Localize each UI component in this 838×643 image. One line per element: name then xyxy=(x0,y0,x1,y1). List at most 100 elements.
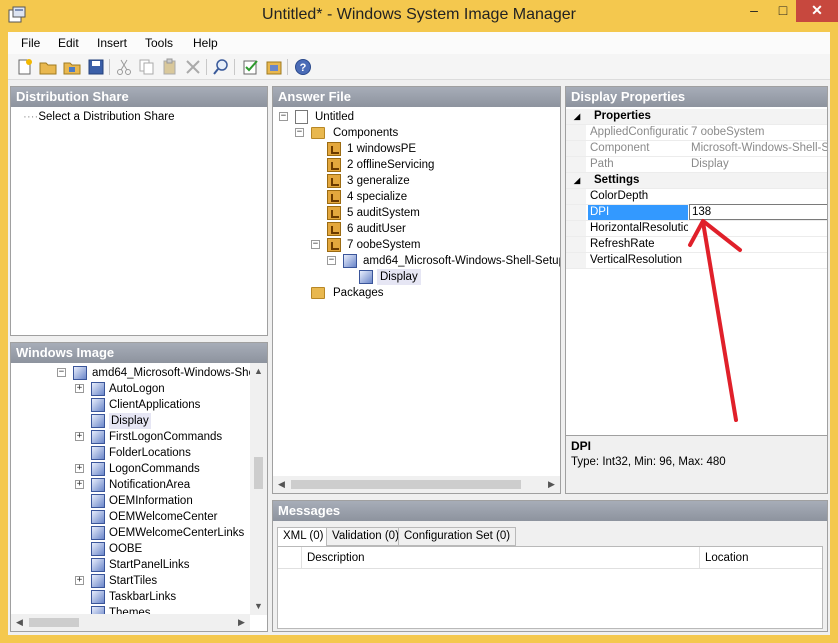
scroll-right-icon[interactable]: ▶ xyxy=(543,476,560,493)
property-name: Component xyxy=(590,142,650,154)
menu-help[interactable]: Help xyxy=(193,36,218,50)
toolbar-separator xyxy=(206,59,207,75)
validate-icon[interactable] xyxy=(242,58,260,76)
collapse-icon[interactable]: − xyxy=(57,368,66,377)
minimize-button[interactable]: – xyxy=(739,0,769,22)
column-header-description[interactable]: Description xyxy=(302,547,700,569)
scroll-left-icon[interactable]: ◀ xyxy=(11,614,28,631)
tab-validation[interactable]: Validation (0) xyxy=(326,527,405,546)
collapse-icon[interactable]: − xyxy=(311,240,320,249)
save-icon[interactable] xyxy=(87,58,105,76)
row-gutter xyxy=(566,253,586,268)
property-row-vertical-resolution[interactable]: VerticalResolution xyxy=(566,253,827,269)
messages-tab-strip: XML (0) Validation (0) Configuration Set… xyxy=(277,527,823,547)
close-button[interactable]: ✕ xyxy=(796,0,838,22)
expand-icon[interactable]: + xyxy=(75,480,84,489)
property-name: RefreshRate xyxy=(590,238,655,250)
select-distribution-share-item[interactable]: ····Select a Distribution Share xyxy=(23,109,174,125)
configuration-pass-label: 6 auditUser xyxy=(347,223,406,235)
toolbar: ? xyxy=(8,54,830,80)
scroll-down-icon[interactable]: ▼ xyxy=(250,598,267,615)
new-answer-file-icon[interactable] xyxy=(16,58,34,76)
collapse-icon[interactable]: − xyxy=(295,128,304,137)
property-name: VerticalResolution xyxy=(590,254,683,266)
answer-file-icon xyxy=(295,110,308,124)
open-distribution-share-icon[interactable] xyxy=(63,58,81,76)
component-icon xyxy=(91,430,105,444)
copy-icon[interactable] xyxy=(138,58,156,76)
collapse-icon[interactable]: ◢ xyxy=(574,173,580,188)
collapse-icon[interactable]: − xyxy=(327,256,336,265)
windows-image-parent-item[interactable]: − amd64_Microsoft-Windows-Shell- xyxy=(57,365,264,381)
property-row-colordepth[interactable]: ColorDepth xyxy=(566,189,827,205)
scroll-up-icon[interactable]: ▲ xyxy=(250,363,267,380)
distribution-share-pane: Distribution Share ····Select a Distribu… xyxy=(10,86,268,336)
component-icon xyxy=(91,382,105,396)
delete-icon[interactable] xyxy=(184,58,202,76)
windows-image-setting-label: StartTiles xyxy=(109,575,158,587)
windows-image-setting-label: StartPanelLinks xyxy=(109,559,190,571)
settings-category-label: Settings xyxy=(594,174,640,186)
collapse-icon[interactable]: − xyxy=(279,112,288,121)
menu-tools[interactable]: Tools xyxy=(145,36,173,50)
expand-icon[interactable]: + xyxy=(75,464,84,473)
maximize-button[interactable]: □ xyxy=(768,0,798,22)
property-row-refresh-rate[interactable]: RefreshRate xyxy=(566,237,827,253)
client-area: Distribution Share ····Select a Distribu… xyxy=(8,80,830,635)
dpi-value-input[interactable]: 138 xyxy=(689,204,827,220)
row-gutter xyxy=(566,141,586,156)
component-icon xyxy=(91,414,105,428)
display-properties-pane: Display Properties ◢ Properties AppliedC… xyxy=(565,86,828,494)
window-title: Untitled* - Windows System Image Manager xyxy=(262,6,576,23)
properties-category-row[interactable]: ◢ Properties xyxy=(566,109,827,125)
property-row-dpi[interactable]: DPI 138 xyxy=(566,204,827,221)
property-row-horizontal-resolution[interactable]: HorizontalResolution xyxy=(566,221,827,237)
tab-configuration-set[interactable]: Configuration Set (0) xyxy=(398,527,517,546)
expand-icon[interactable]: + xyxy=(75,384,84,393)
collapse-icon[interactable]: ◢ xyxy=(574,109,580,124)
open-answer-file-icon[interactable] xyxy=(39,58,57,76)
expand-icon[interactable]: + xyxy=(75,432,84,441)
create-configuration-set-icon[interactable] xyxy=(265,58,283,76)
property-value: Microsoft-Windows-Shell-Setup xyxy=(691,142,827,154)
property-row-applied-configuration[interactable]: AppliedConfiguration 7 oobeSystem xyxy=(566,125,827,141)
paste-icon[interactable] xyxy=(161,58,179,76)
property-row-path[interactable]: Path Display xyxy=(566,157,827,173)
tab-xml[interactable]: XML (0) xyxy=(277,527,330,547)
column-header-location[interactable]: Location xyxy=(700,547,822,569)
property-name: HorizontalResolution xyxy=(590,222,688,234)
scroll-thumb[interactable] xyxy=(29,618,79,627)
menu-file[interactable]: File xyxy=(21,36,40,50)
scroll-left-icon[interactable]: ◀ xyxy=(273,476,290,493)
messages-list[interactable]: Description Location xyxy=(277,546,823,629)
menu-insert[interactable]: Insert xyxy=(97,36,127,50)
component-icon xyxy=(73,366,87,380)
property-name: DPI xyxy=(588,205,688,220)
windows-image-setting-label: LogonCommands xyxy=(109,463,200,475)
configuration-pass-icon xyxy=(327,174,341,188)
windows-image-setting-label: TaskbarLinks xyxy=(109,591,177,603)
help-icon[interactable]: ? xyxy=(294,58,312,76)
property-description-text: Type: Int32, Min: 96, Max: 480 xyxy=(571,456,726,468)
configuration-pass-label: 7 oobeSystem xyxy=(347,239,421,251)
windows-image-setting-label: OEMWelcomeCenterLinks xyxy=(109,527,245,539)
windows-image-setting-label: AutoLogon xyxy=(109,383,165,395)
configuration-pass-icon xyxy=(327,190,341,204)
properties-category-label: Properties xyxy=(594,110,651,122)
settings-category-row[interactable]: ◢ Settings xyxy=(566,173,827,189)
windows-image-setting-label: FolderLocations xyxy=(109,447,191,459)
column-header-icon[interactable] xyxy=(278,547,302,569)
windows-image-horizontal-scrollbar[interactable]: ◀ ▶ xyxy=(11,614,250,631)
expand-icon[interactable]: + xyxy=(75,576,84,585)
toolbar-separator xyxy=(109,59,110,75)
windows-image-pane: Windows Image − amd64_Microsoft-Windows-… xyxy=(10,342,268,632)
scroll-thumb[interactable] xyxy=(254,457,263,489)
menu-edit[interactable]: Edit xyxy=(58,36,79,50)
cut-icon[interactable] xyxy=(115,58,133,76)
windows-image-vertical-scrollbar[interactable]: ▲ ▼ xyxy=(250,363,267,615)
scroll-thumb[interactable] xyxy=(291,480,521,489)
find-icon[interactable] xyxy=(212,58,230,76)
property-row-component[interactable]: Component Microsoft-Windows-Shell-Setup xyxy=(566,141,827,157)
answer-file-horizontal-scrollbar[interactable]: ◀ ▶ xyxy=(273,476,560,493)
scroll-right-icon[interactable]: ▶ xyxy=(233,614,250,631)
